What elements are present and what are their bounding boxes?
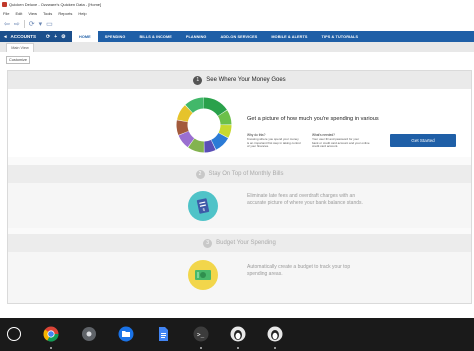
refresh-accounts-icon[interactable]: ⟳ [46,34,50,40]
money-icon [188,260,218,290]
step-1-header[interactable]: 1 See Where Your Money Goes [8,71,471,89]
tab-add-on-services[interactable]: ADD-ON SERVICES [214,31,265,42]
settings-icon[interactable] [81,326,97,342]
tab-main-view[interactable]: Main View [6,43,34,52]
title-bar: Quicken Deluxe - Ozzware's Quicken Data … [0,0,474,9]
page-icon[interactable]: ▭ [46,21,53,28]
step-3-line-1: Automatically create a budget to track y… [247,264,351,270]
window-title: Quicken Deluxe - Ozzware's Quicken Data … [9,2,102,7]
terminal-running-dot [200,347,202,349]
step-1-heading: Get a picture of how much you're spendin… [247,116,379,122]
svg-text:>_: >_ [197,332,205,339]
os-shelf: >_ [0,318,474,351]
menu-view[interactable]: View [28,11,37,16]
tab-tips-tutorials[interactable]: TIPS & TUTORIALS [315,31,366,42]
dropdown-chevron-icon[interactable]: ▾ [39,21,43,28]
step-1-number: 1 [193,75,203,85]
menu-help[interactable]: Help [78,11,86,16]
tab-spending[interactable]: SPENDING [98,31,133,42]
terminal-icon[interactable]: >_ [193,326,209,342]
menu-bar: File Edit View Tools Reports Help [0,9,474,17]
step-3-text: Automatically create a budget to track y… [247,264,350,277]
settings-gear-icon[interactable]: ⚙ [61,34,65,40]
files-icon[interactable] [118,326,134,342]
why-line-3: of your finances. [247,144,270,149]
forward-arrow-icon[interactable]: ⇨ [14,21,20,28]
main-nav: ◂ ACCOUNTS ⟳ + ⚙ HOME SPENDING BILLS & I… [0,31,474,42]
menu-tools[interactable]: Tools [43,11,52,16]
needed-line-3: credit card account. [312,144,339,149]
menu-reports[interactable]: Reports [58,11,72,16]
tab-home[interactable]: HOME [72,31,98,42]
menu-file[interactable]: File [3,11,9,16]
chrome-icon[interactable] [43,326,59,342]
back-arrow-icon[interactable]: ⇦ [4,21,10,28]
step-3-header[interactable]: 3 Budget Your Spending [8,234,471,252]
bill-icon: $ [188,191,218,221]
launcher-icon[interactable] [7,327,21,341]
step-3-title: Budget Your Spending [216,240,276,246]
step-2-line-2: accurate picture of where your bank bala… [247,199,363,206]
needed-column: What's needed? Your user ID and password… [312,133,370,149]
customize-button[interactable]: Customize [6,56,30,64]
collapse-arrow-icon[interactable]: ◂ [4,34,7,40]
why-column: Why do this? Knowing where you spend you… [247,133,301,149]
step-2-text: Eliminate late fees and overdraft charge… [247,193,363,206]
accounts-label: ACCOUNTS [10,34,37,39]
sub-nav: Main View [0,42,474,52]
toolbar: ⇦ ⇨ ⟳ ▾ ▭ [0,17,474,32]
step-3-line-2: spending areas. [247,270,283,277]
step-1-title: See Where Your Money Goes [206,77,286,83]
step-3-body: Automatically create a budget to track y… [8,252,471,303]
add-account-icon[interactable]: + [54,34,57,40]
step-2-header[interactable]: 2 Stay On Top of Monthly Bills [8,165,471,183]
penguin-running-dot [237,347,239,349]
tab-planning[interactable]: PLANNING [179,31,214,42]
menu-edit[interactable]: Edit [15,11,22,16]
quicken-app-icon [2,2,7,7]
step-3-number: 3 [203,238,213,248]
step-2-title: Stay On Top of Monthly Bills [208,171,284,177]
step-2-number: 2 [195,169,205,179]
getting-started-panel: 1 See Where Your Money Goes Get a pictur… [7,70,472,304]
step-2-body: $ Eliminate late fees and overdraft char… [8,183,471,228]
quicken-window: Quicken Deluxe - Ozzware's Quicken Data … [0,0,474,318]
get-started-button[interactable]: Get Started [390,134,456,147]
chrome-running-dot [50,347,52,349]
docs-icon[interactable] [155,326,171,342]
penguin-icon[interactable] [230,326,246,342]
tab-bills-income[interactable]: BILLS & INCOME [132,31,178,42]
step-1-body: Get a picture of how much you're spendin… [8,89,471,157]
linux-app-icon[interactable] [267,326,283,342]
tab-mobile-alerts[interactable]: MOBILE & ALERTS [264,31,314,42]
accounts-toggle[interactable]: ◂ ACCOUNTS ⟳ + ⚙ [0,31,72,42]
linux-app-running-dot [274,347,276,349]
refresh-icon[interactable]: ⟳ [29,21,35,28]
toolbar-divider [23,20,25,28]
step-2-line-1: Eliminate late fees and overdraft charge… [247,193,356,199]
spending-donut-graphic [176,97,232,153]
